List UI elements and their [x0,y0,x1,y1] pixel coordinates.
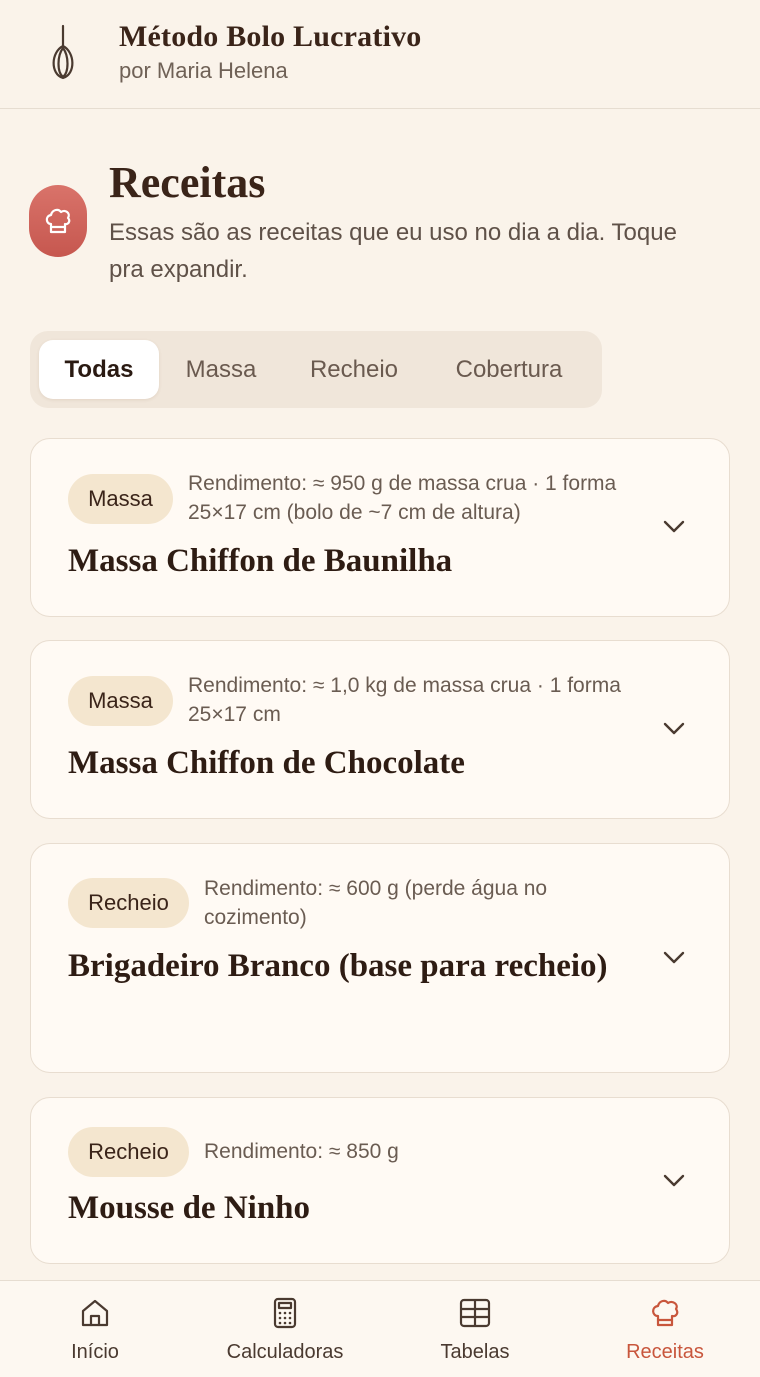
recipe-title: Brigadeiro Branco (base para recheio) [68,948,608,984]
nav-item-receitas[interactable]: Receitas [570,1281,760,1377]
chef-hat-icon [652,1299,679,1327]
tab-recheio[interactable]: Recheio [292,340,416,399]
recipe-title: Mousse de Ninho [68,1190,311,1226]
nav-label: Tabelas [440,1341,510,1363]
recipe-card[interactable]: Recheio Rendimento: ≈ 600 g (perde água … [30,843,730,1073]
app-title: Método Bolo Lucrativo [119,20,422,53]
recipe-yield: Rendimento: ≈ 1,0 kg de massa crua · 1 f… [188,674,621,726]
home-icon [81,1299,109,1327]
recipe-yield: Rendimento: ≈ 600 g (perde água no cozim… [204,877,548,929]
recipe-yield: Rendimento: ≈ 950 g de massa crua · 1 fo… [188,472,617,524]
bottom-nav: Início Calculadoras Tabelas Receitas [0,1280,760,1377]
tab-todas[interactable]: Todas [39,340,159,399]
category-badge: Recheio [68,1127,189,1177]
category-badge: Massa [68,474,173,524]
chevron-down-icon[interactable] [663,1174,685,1188]
recipe-title: Massa Chiffon de Baunilha [68,543,453,579]
chevron-down-icon[interactable] [663,951,685,965]
recipe-card[interactable]: Recheio Rendimento: ≈ 850 g Mousse de Ni… [30,1097,730,1264]
nav-label: Receitas [626,1341,704,1363]
calculator-icon [273,1297,297,1329]
recipe-card[interactable]: Massa Rendimento: ≈ 1,0 kg de massa crua… [30,640,730,819]
recipe-yield: Rendimento: ≈ 850 g [204,1140,399,1163]
nav-item-tabelas[interactable]: Tabelas [380,1281,570,1377]
page-description: Essas são as receitas que eu uso no dia … [109,219,677,283]
category-badge: Massa [68,676,173,726]
nav-item-inicio[interactable]: Início [0,1281,190,1377]
whisk-icon [52,24,74,80]
recipe-title: Massa Chiffon de Chocolate [68,745,465,781]
nav-label: Início [71,1341,119,1363]
category-tabs: Todas Massa Recheio Cobertura [30,331,602,408]
chef-hat-icon [45,208,71,234]
nav-label: Calculadoras [226,1341,344,1363]
page-icon [29,185,87,257]
nav-item-calculadoras[interactable]: Calculadoras [190,1281,380,1377]
table-icon [459,1298,491,1328]
chevron-down-icon[interactable] [663,520,685,534]
chevron-down-icon[interactable] [663,722,685,736]
app-header: Método Bolo Lucrativo por Maria Helena [0,0,760,109]
tab-cobertura[interactable]: Cobertura [434,340,584,399]
page-title: Receitas [109,158,266,207]
recipe-card[interactable]: Massa Rendimento: ≈ 950 g de massa crua … [30,438,730,617]
app-subtitle: por Maria Helena [119,58,288,83]
tab-massa[interactable]: Massa [170,340,272,399]
category-badge: Recheio [68,878,189,928]
